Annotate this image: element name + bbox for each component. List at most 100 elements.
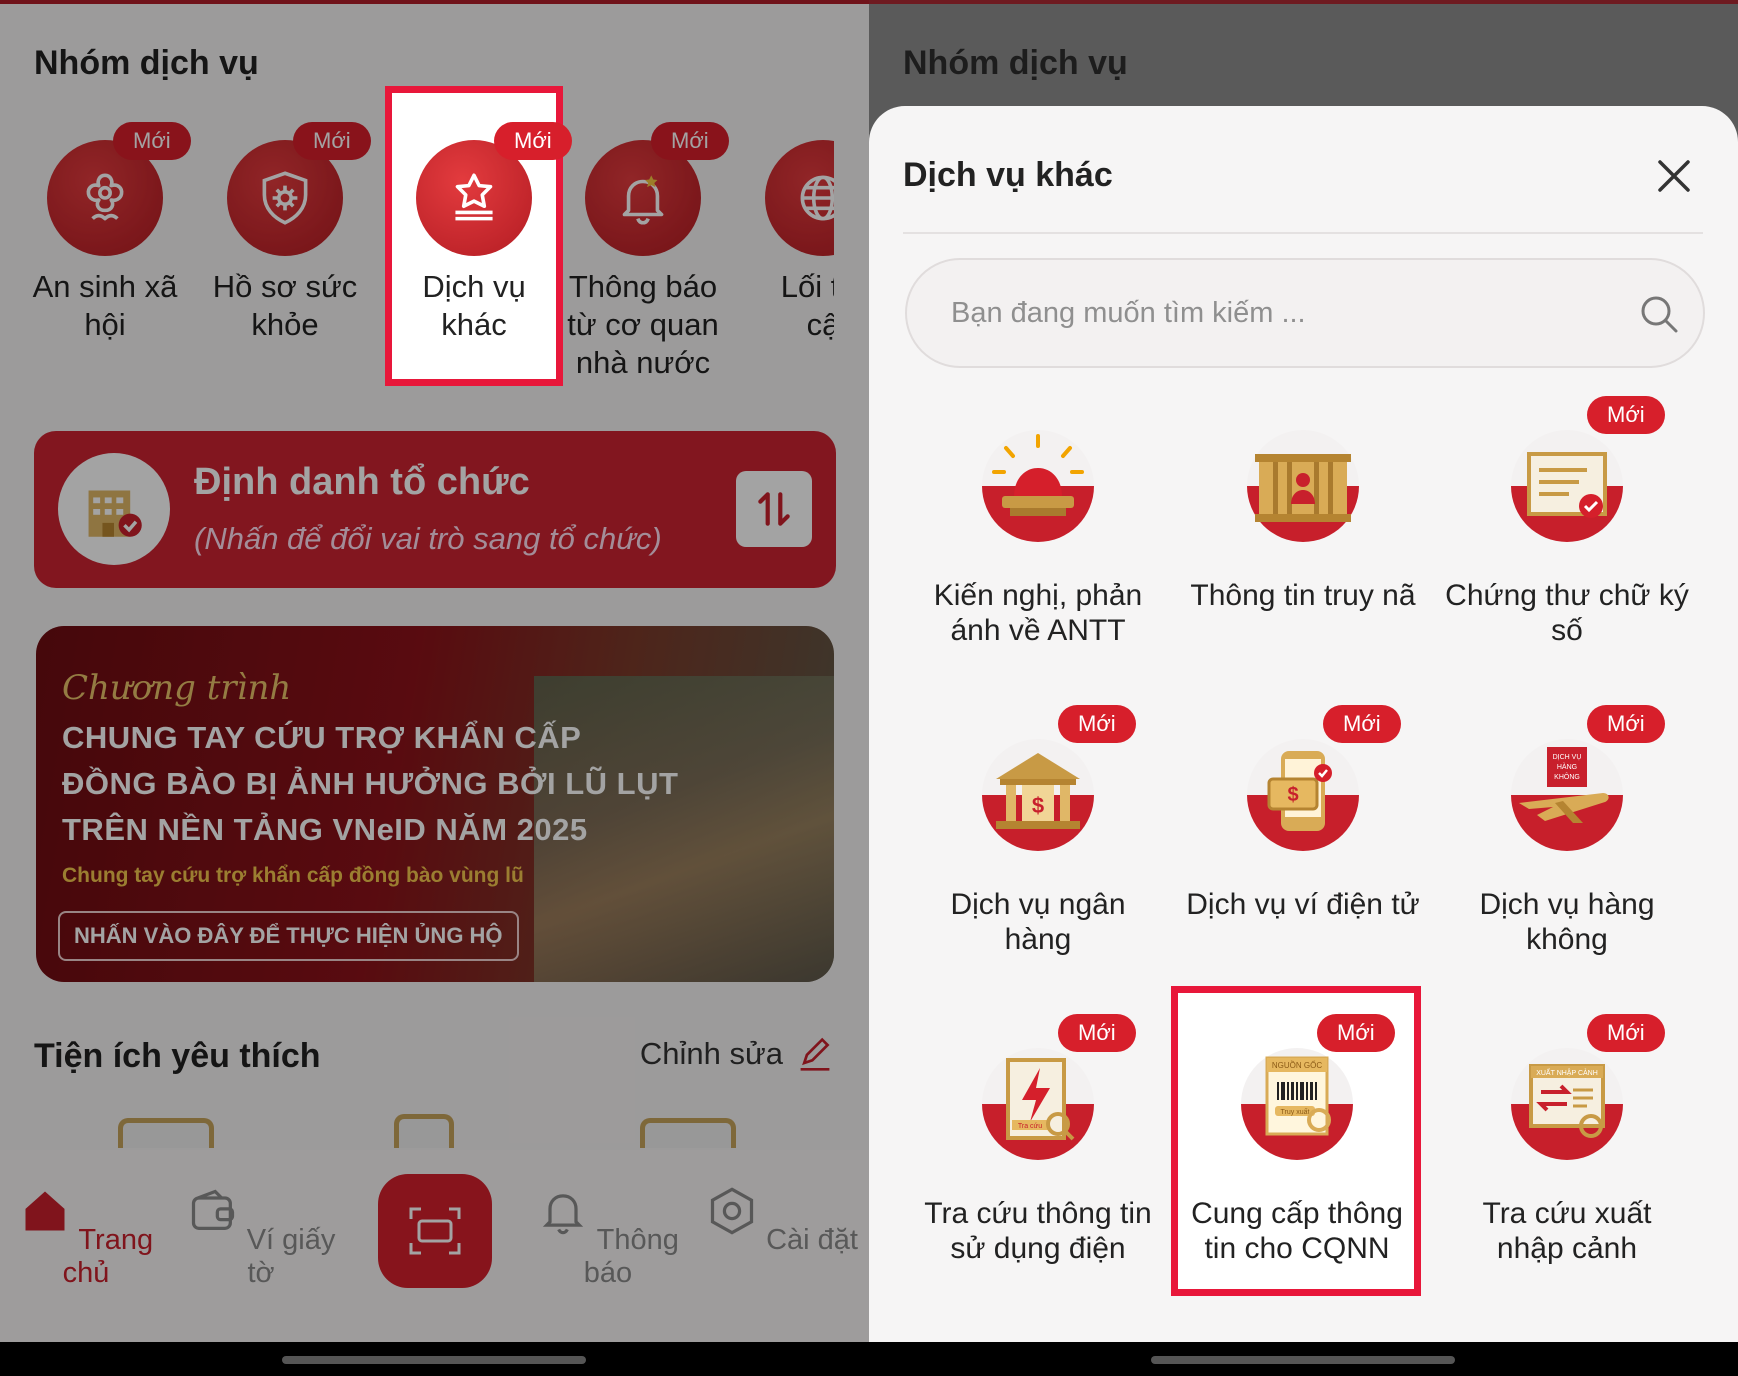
- building-icon: [58, 453, 170, 565]
- favorites-title: Tiện ích yêu thích: [34, 1037, 321, 1075]
- home-indicator[interactable]: [282, 1356, 586, 1364]
- art-text: Tra cứu: [1018, 1123, 1042, 1130]
- svg-text:$: $: [1287, 784, 1298, 806]
- service-label: Lối tắtcậ: [780, 269, 834, 342]
- tile-label: Cung cấp thông tin cho CQNN: [1191, 1197, 1403, 1265]
- campaign-tagline: Chung tay cứu trợ khẩn cấp đồng bào vùng…: [62, 864, 524, 887]
- nav-settings[interactable]: Cài đặt: [702, 1185, 862, 1257]
- tile-chung-thu-chu-ky-so[interactable]: Mới Chứng thư chữ ký số: [1435, 396, 1699, 648]
- flood-relief-banner[interactable]: Chương trình CHUNG TAY CỨU TRỢ KHẨN CẤP …: [36, 626, 834, 982]
- divider: [903, 232, 1703, 234]
- service-label: Hồ sơ sức khỏe: [212, 269, 358, 342]
- org-title: Định danh tổ chức: [194, 461, 530, 503]
- new-badge: Mới: [651, 122, 729, 160]
- bank-icon: $: [968, 725, 1108, 865]
- art-text: HÀNG: [1557, 762, 1577, 771]
- service-dich-vu-khac-highlight[interactable]: Mới Dịch vụ khác: [374, 122, 574, 344]
- nav-notifications-label: Thông báo: [583, 1224, 679, 1289]
- bell-icon: [542, 1194, 584, 1235]
- home-indicator[interactable]: [1151, 1356, 1455, 1364]
- electricity-icon: Tra cứu: [968, 1034, 1108, 1174]
- nav-home-label: Trang chủ: [62, 1224, 154, 1289]
- tile-label: Tra cứu thông tin sử dụng điện: [924, 1197, 1152, 1265]
- scan-qr-button[interactable]: [378, 1174, 492, 1288]
- tile-tra-cuu-xuat-nhap-canh[interactable]: Mới XUẤT NHẬP CẢNH Tra cứu xuất nhập cảnh: [1435, 1014, 1699, 1266]
- section-title: Nhóm dịch vụ: [903, 44, 1128, 82]
- service-label: Thông báo từ cơ quan nhà nước: [567, 269, 719, 380]
- tile-tra-cuu-dien[interactable]: Mới Tra cứu Tra cứu thông tin sử dụng điệ…: [906, 1014, 1170, 1266]
- certificate-icon: [1497, 416, 1637, 556]
- left-screen: Nhóm dịch vụ Mới An sinh xã hội Mới Hồ sơ…: [0, 0, 869, 1376]
- scan-icon: [409, 1207, 461, 1255]
- svg-text:$: $: [1032, 793, 1044, 818]
- favorite-item-peek: [118, 1118, 214, 1148]
- campaign-line-3: TRÊN NỀN TẢNG VNeID NĂM 2025: [62, 812, 588, 847]
- edit-favorites-button[interactable]: Chỉnh sửa: [640, 1036, 833, 1072]
- new-badge: Mới: [113, 122, 191, 160]
- campaign-line-2: ĐỒNG BÀO BỊ ẢNH HƯỞNG BỞI LŨ LỤT: [62, 766, 679, 801]
- new-badge: Mới: [494, 122, 572, 160]
- tile-thong-tin-truy-na[interactable]: Thông tin truy nã: [1171, 416, 1435, 613]
- art-text: DỊCH VỤ: [1553, 754, 1582, 761]
- nav-settings-label: Cài đặt: [766, 1224, 858, 1256]
- immigration-icon: XUẤT NHẬP CẢNH: [1497, 1034, 1637, 1174]
- service-ho-so-suc-khoe[interactable]: Mới Hồ sơ sức khỏe: [195, 122, 375, 344]
- search-bar: [905, 258, 1705, 368]
- pencil-icon: [800, 1037, 830, 1071]
- jail-icon: [1233, 416, 1373, 556]
- service-an-sinh-xa-hoi[interactable]: Mới An sinh xã hội: [15, 122, 195, 344]
- barcode-origin-icon: NGUỒN GỐC Truy xuất: [1227, 1034, 1367, 1174]
- nav-notifications[interactable]: Thông báo: [528, 1185, 688, 1290]
- tile-dich-vu-hang-khong[interactable]: Mới DỊCH VỤ HÀNG KHÔNG Dịch vụ hàng không: [1435, 705, 1699, 957]
- org-subtitle: (Nhấn để đổi vai trò sang tổ chức): [194, 521, 662, 556]
- bottom-nav: Trang chủ Ví giấy tờ Thông báo Cài đặt: [0, 1150, 869, 1342]
- service-loi-tat[interactable]: Lối tắtcậ: [740, 140, 834, 344]
- tile-label: Dịch vụ ngân hàng: [950, 888, 1126, 956]
- org-identity-banner[interactable]: Định danh tổ chức (Nhấn để đổi vai trò s…: [34, 431, 836, 588]
- tile-label: Tra cứu xuất nhập cảnh: [1482, 1197, 1652, 1265]
- siren-icon: [968, 416, 1108, 556]
- nav-wallet-label: Ví giấy tờ: [246, 1224, 336, 1289]
- nav-home[interactable]: Trang chủ: [6, 1185, 166, 1290]
- highlight-frame-top: Mới Dịch vụ khác: [385, 86, 572, 386]
- tile-dich-vu-ngan-hang[interactable]: Mới $ Dịch vụ ngân hàng: [906, 705, 1170, 957]
- settings-icon: [710, 1187, 754, 1235]
- tile-label: Thông tin truy nã: [1190, 579, 1416, 612]
- top-stripe: [869, 0, 1738, 4]
- art-text: NGUỒN GỐC: [1272, 1060, 1322, 1070]
- sheet-title: Dịch vụ khác: [903, 156, 1113, 194]
- tile-label: Kiến nghị, phản ánh về ANTT: [933, 579, 1143, 647]
- search-input[interactable]: [951, 290, 1591, 336]
- service-clip: Lối tắtcậ: [740, 0, 834, 420]
- donate-button[interactable]: NHẤN VÀO ĐÂY ĐỂ THỰC HIỆN ỦNG HỘ: [58, 911, 519, 961]
- tile-dich-vu-vi-dien-tu[interactable]: Mới $ Dịch vụ ví điện tử: [1171, 705, 1435, 922]
- close-icon[interactable]: [1654, 156, 1694, 196]
- service-label: Dịch vụkhác: [422, 269, 526, 342]
- globe-icon: [765, 140, 834, 256]
- tile-label: Dịch vụ ví điện tử: [1186, 888, 1420, 921]
- search-icon[interactable]: [1637, 292, 1681, 336]
- right-screen: Nhóm dịch vụ Dịch vụ khác Kiến nghị, phả…: [869, 0, 1738, 1376]
- edit-label: Chỉnh sửa: [639, 1036, 783, 1071]
- new-badge: Mới: [293, 122, 371, 160]
- art-text: KHÔNG: [1554, 772, 1580, 781]
- tile-cung-cap-thong-tin-cqnn[interactable]: Mới NGUỒN GỐC Truy xuất Cung cấp thông tin…: [1165, 1014, 1429, 1266]
- tile-kien-nghi-antt[interactable]: Kiến nghị, phản ánh về ANTT: [906, 416, 1170, 648]
- home-icon: [25, 1191, 65, 1231]
- airplane-icon: DỊCH VỤ HÀNG KHÔNG: [1497, 725, 1637, 865]
- tile-label: Chứng thư chữ ký số: [1445, 579, 1689, 647]
- nav-wallet[interactable]: Ví giấy tờ: [181, 1185, 341, 1290]
- favorite-item-peek: [640, 1118, 736, 1148]
- tile-label: Dịch vụ hàng không: [1479, 888, 1655, 956]
- art-text: Truy xuất: [1281, 1107, 1310, 1116]
- e-wallet-icon: $: [1233, 725, 1373, 865]
- wallet-icon: [191, 1189, 234, 1230]
- service-label: An sinh xã hội: [32, 269, 178, 342]
- section-title: Nhóm dịch vụ: [34, 44, 259, 82]
- switch-role-icon[interactable]: [736, 471, 812, 547]
- favorite-item-peek: [394, 1114, 454, 1148]
- top-stripe: [0, 0, 869, 4]
- campaign-script: Chương trình: [62, 668, 292, 708]
- service-thong-bao-co-quan[interactable]: Mới Thông báo từ cơ quan nhà nước: [553, 122, 733, 382]
- campaign-line-1: CHUNG TAY CỨU TRỢ KHẨN CẤP: [62, 720, 582, 755]
